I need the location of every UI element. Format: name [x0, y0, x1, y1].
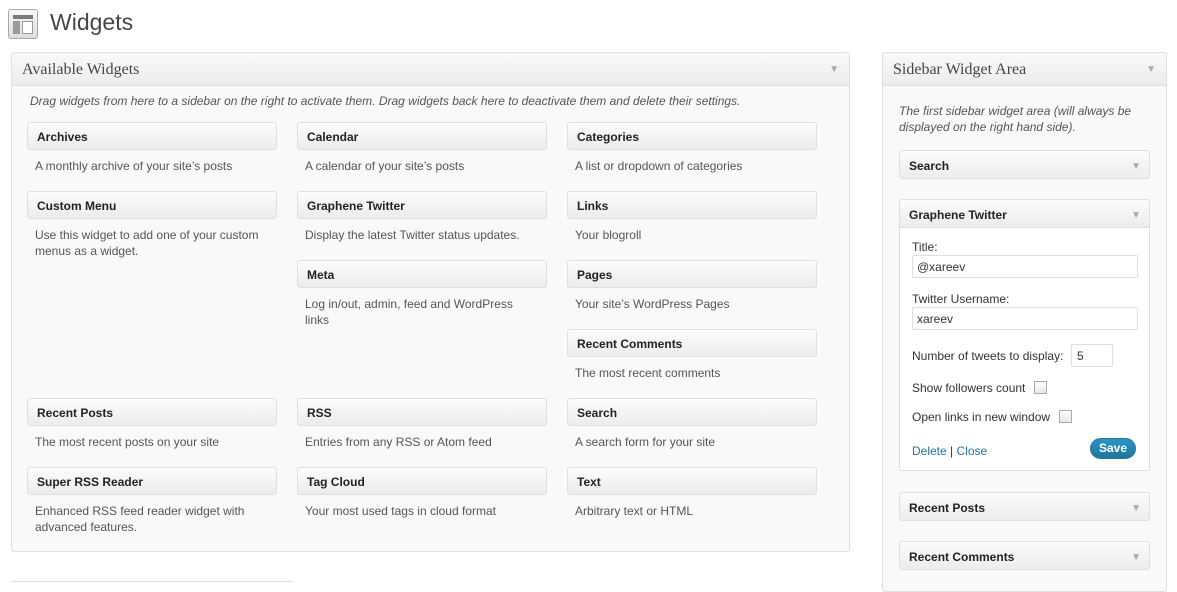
- widget-title[interactable]: Archives: [27, 122, 277, 150]
- sidebar-widget-header[interactable]: Recent Posts ▼: [899, 492, 1150, 521]
- widget-title[interactable]: Graphene Twitter: [297, 191, 547, 219]
- followers-checkbox[interactable]: [1034, 381, 1047, 394]
- widget-archives[interactable]: Archives A monthly archive of your site’…: [27, 122, 277, 174]
- title-label: Title:: [912, 240, 938, 254]
- widget-title[interactable]: Pages: [567, 260, 817, 288]
- widget-description: A search form for your site: [575, 435, 716, 449]
- sidebar-widget-title: Recent Posts: [909, 501, 986, 515]
- widget-control-links: Delete | Close: [912, 444, 987, 458]
- collapse-arrow-icon[interactable]: ▼: [829, 64, 839, 75]
- collapse-arrow-icon[interactable]: ▼: [1146, 64, 1156, 75]
- widget-rss[interactable]: RSS Entries from any RSS or Atom feed: [297, 398, 547, 450]
- widget-title[interactable]: Meta: [297, 260, 547, 288]
- followers-label: Show followers count: [912, 381, 1026, 395]
- page-title: Widgets: [50, 9, 134, 35]
- sidebar-widget-area-title: Sidebar Widget Area: [893, 61, 1027, 78]
- widget-title[interactable]: Tag Cloud: [297, 467, 547, 495]
- widget-title[interactable]: Recent Posts: [27, 398, 277, 426]
- available-widgets-title: Available Widgets: [22, 61, 140, 78]
- widget-description: A monthly archive of your site’s posts: [35, 159, 233, 173]
- widget-title[interactable]: Custom Menu: [27, 191, 277, 219]
- tweet-count-label: Number of tweets to display:: [912, 349, 1064, 363]
- widget-description: Entries from any RSS or Atom feed: [305, 435, 492, 449]
- widget-title[interactable]: Categories: [567, 122, 817, 150]
- widget-custom-menu[interactable]: Custom Menu Use this widget to add one o…: [27, 191, 277, 259]
- widget-links[interactable]: Links Your blogroll: [567, 191, 817, 243]
- widget-description: The most recent posts on your site: [35, 435, 220, 449]
- widget-description: Enhanced RSS feed reader widget with adv…: [35, 504, 245, 534]
- link-separator: |: [950, 444, 954, 458]
- tweet-count-input[interactable]: [1071, 344, 1113, 367]
- sidebar-widget-header[interactable]: Search ▼: [899, 150, 1150, 179]
- widget-title[interactable]: Text: [567, 467, 817, 495]
- new-window-label: Open links in new window: [912, 410, 1051, 424]
- sidebar-widget-header[interactable]: Recent Comments ▼: [899, 541, 1150, 570]
- widget-title[interactable]: Recent Comments: [567, 329, 817, 357]
- widget-meta[interactable]: Meta Log in/out, admin, feed and WordPre…: [297, 260, 547, 328]
- widget-description: Log in/out, admin, feed and WordPress li…: [305, 297, 513, 327]
- new-window-checkbox[interactable]: [1059, 410, 1072, 423]
- widget-description: Display the latest Twitter status update…: [305, 228, 520, 242]
- available-widgets-header[interactable]: Available Widgets ▼: [12, 53, 849, 86]
- close-link[interactable]: Close: [957, 444, 988, 458]
- expand-arrow-icon[interactable]: ▼: [1131, 503, 1141, 514]
- title-input[interactable]: [912, 255, 1138, 278]
- widget-categories[interactable]: Categories A list or dropdown of categor…: [567, 122, 817, 174]
- widget-description: Use this widget to add one of your custo…: [35, 228, 259, 258]
- sidebar-widget-title: Graphene Twitter: [909, 208, 1007, 222]
- widget-text[interactable]: Text Arbitrary text or HTML: [567, 467, 817, 519]
- sidebar-description: The first sidebar widget area (will alwa…: [899, 104, 1132, 134]
- widget-description: A calendar of your site’s posts: [305, 159, 465, 173]
- widget-title[interactable]: RSS: [297, 398, 547, 426]
- widget-description: Your blogroll: [575, 228, 642, 242]
- available-widgets-panel: Available Widgets ▼ Drag widgets from he…: [11, 52, 850, 552]
- widget-description: A list or dropdown of categories: [575, 159, 743, 173]
- sidebar-widget-graphene-twitter[interactable]: Graphene Twitter ▼ Title: Twitter Userna…: [899, 199, 1150, 471]
- sidebar-widget-title: Recent Comments: [909, 550, 1015, 564]
- sidebar-widget-area-header[interactable]: Sidebar Widget Area ▼: [883, 53, 1166, 86]
- sidebar-widget-recent-comments[interactable]: Recent Comments ▼: [899, 541, 1150, 570]
- widget-search[interactable]: Search A search form for your site: [567, 398, 817, 450]
- twitter-widget-form: Title: Twitter Username: Number of tweet…: [899, 228, 1150, 471]
- sidebar-widget-recent-posts[interactable]: Recent Posts ▼: [899, 492, 1150, 521]
- widget-title[interactable]: Search: [567, 398, 817, 426]
- delete-link[interactable]: Delete: [912, 444, 947, 458]
- widget-super-rss-reader[interactable]: Super RSS Reader Enhanced RSS feed reade…: [27, 467, 277, 535]
- widget-recent-comments[interactable]: Recent Comments The most recent comments: [567, 329, 817, 381]
- collapse-arrow-icon[interactable]: ▼: [1131, 210, 1141, 221]
- sidebar-widget-search[interactable]: Search ▼: [899, 150, 1150, 179]
- widget-description: Arbitrary text or HTML: [575, 504, 694, 518]
- widget-title[interactable]: Calendar: [297, 122, 547, 150]
- widget-recent-posts[interactable]: Recent Posts The most recent posts on yo…: [27, 398, 277, 450]
- sidebar-widget-header[interactable]: Graphene Twitter ▼: [899, 199, 1150, 228]
- widget-title[interactable]: Links: [567, 191, 817, 219]
- widget-title[interactable]: Super RSS Reader: [27, 467, 277, 495]
- widget-description: The most recent comments: [575, 366, 721, 380]
- username-input[interactable]: [912, 307, 1138, 330]
- widget-graphene-twitter[interactable]: Graphene Twitter Display the latest Twit…: [297, 191, 547, 243]
- sidebar-widget-area-panel: Sidebar Widget Area ▼ The first sidebar …: [882, 52, 1167, 592]
- widgets-icon: [8, 9, 38, 39]
- save-button[interactable]: Save: [1090, 438, 1136, 459]
- expand-arrow-icon[interactable]: ▼: [1131, 552, 1141, 563]
- widget-tag-cloud[interactable]: Tag Cloud Your most used tags in cloud f…: [297, 467, 547, 519]
- available-widgets-description: Drag widgets from here to a sidebar on t…: [30, 94, 741, 108]
- widget-pages[interactable]: Pages Your site’s WordPress Pages: [567, 260, 817, 312]
- widget-description: Your most used tags in cloud format: [305, 504, 496, 518]
- widget-calendar[interactable]: Calendar A calendar of your site’s posts: [297, 122, 547, 174]
- widget-description: Your site’s WordPress Pages: [575, 297, 730, 311]
- username-label: Twitter Username:: [912, 292, 1010, 306]
- divider: [11, 581, 293, 582]
- expand-arrow-icon[interactable]: ▼: [1131, 161, 1141, 172]
- sidebar-widget-title: Search: [909, 159, 950, 173]
